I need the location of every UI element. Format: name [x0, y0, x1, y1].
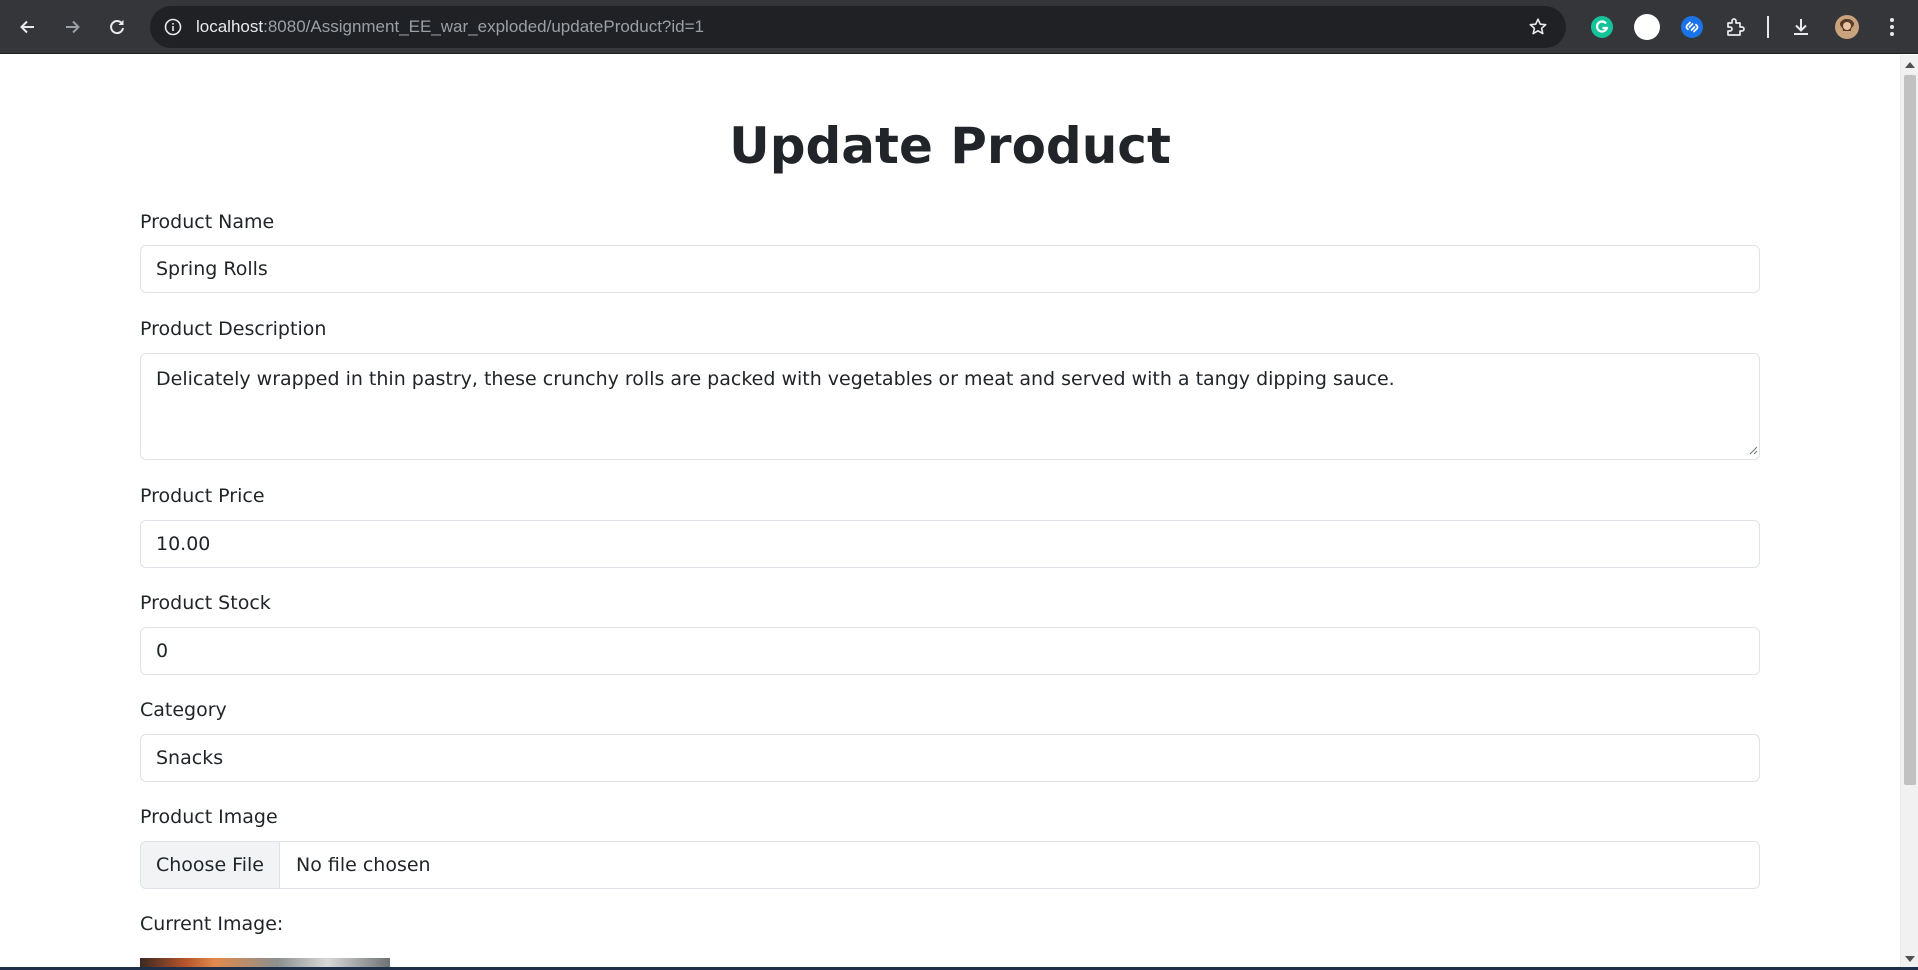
download-icon	[1794, 19, 1808, 35]
toolbar-separator	[1767, 16, 1769, 38]
scroll-down-arrow[interactable]	[1905, 956, 1915, 962]
circle-icon	[1634, 14, 1660, 40]
product-description-label: Product Description	[140, 318, 327, 340]
scroll-up-arrow[interactable]	[1905, 62, 1915, 68]
current-image-label: Current Image:	[140, 913, 284, 935]
product-stock-input[interactable]	[140, 627, 1760, 675]
url-path: :8080/Assignment_EE_war_exploded/updateP…	[263, 17, 705, 36]
grammarly-extension[interactable]	[1588, 13, 1616, 41]
site-info-button[interactable]	[162, 16, 184, 38]
category-label: Category	[140, 699, 227, 721]
page-title: Update Product	[729, 117, 1171, 175]
product-name-label: Product Name	[140, 211, 275, 233]
extensions-button[interactable]	[1722, 13, 1750, 41]
product-image-file-input[interactable]: Choose File No file chosen	[140, 841, 1760, 889]
url-text[interactable]: localhost:8080/Assignment_EE_war_explode…	[196, 17, 704, 37]
profile-avatar-button[interactable]	[1833, 13, 1861, 41]
address-bar[interactable]: localhost:8080/Assignment_EE_war_explode…	[150, 6, 1566, 48]
product-image-label: Product Image	[140, 806, 278, 828]
resize-grip-icon[interactable]	[1748, 445, 1758, 455]
bookmark-button[interactable]	[1526, 15, 1550, 39]
product-stock-label: Product Stock	[140, 592, 271, 614]
url-host: localhost	[196, 17, 264, 36]
shazam-icon	[1681, 16, 1703, 38]
category-input[interactable]	[140, 734, 1760, 782]
page-content: Update Product Product Name Product Desc…	[0, 55, 1900, 967]
product-price-input[interactable]	[140, 520, 1760, 568]
scroll-thumb[interactable]	[1904, 75, 1916, 785]
downloads-button[interactable]	[1787, 13, 1815, 41]
product-price-label: Product Price	[140, 485, 265, 507]
grammarly-icon	[1591, 16, 1613, 38]
reload-button[interactable]	[103, 13, 131, 41]
kebab-menu-icon	[1890, 18, 1894, 36]
product-description-textarea[interactable]: Delicately wrapped in thin pastry, these…	[140, 353, 1760, 460]
page-scrollbar[interactable]	[1900, 55, 1918, 967]
arrow-left-icon	[20, 20, 34, 34]
choose-file-button[interactable]: Choose File	[141, 842, 280, 888]
puzzle-icon	[1727, 18, 1745, 36]
file-status-text: No file chosen	[295, 854, 431, 876]
browser-menu-button[interactable]	[1878, 13, 1906, 41]
info-icon	[164, 18, 182, 36]
arrow-right-icon	[66, 20, 80, 34]
avatar-icon	[1835, 15, 1859, 39]
current-product-image	[140, 958, 390, 967]
profile-circle-extension[interactable]	[1633, 13, 1661, 41]
product-name-input[interactable]	[140, 245, 1760, 293]
browser-toolbar: localhost:8080/Assignment_EE_war_explode…	[0, 0, 1918, 54]
star-icon	[1529, 18, 1547, 35]
shazam-extension[interactable]	[1678, 13, 1706, 41]
back-button[interactable]	[14, 13, 42, 41]
reload-icon	[110, 20, 124, 35]
forward-button[interactable]	[58, 13, 86, 41]
